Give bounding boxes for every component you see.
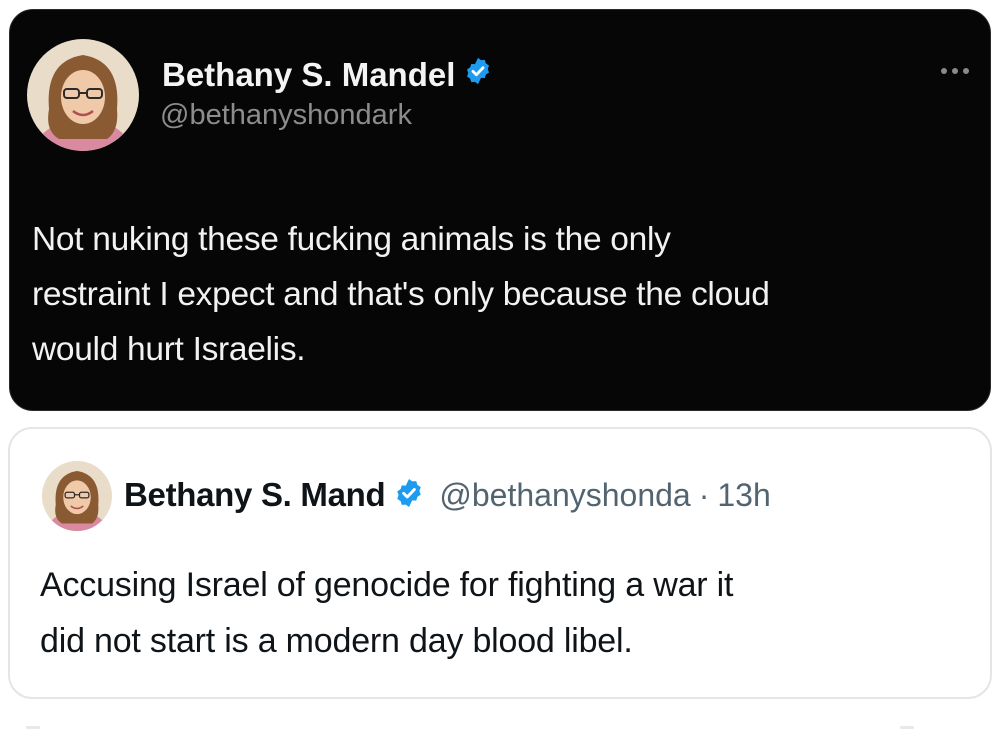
separator-dot: ·: [698, 476, 710, 513]
verified-badge-icon[interactable]: [463, 56, 493, 94]
tweet-timestamp[interactable]: 13h: [717, 477, 770, 514]
author-name-text[interactable]: Bethany S. Mandel: [162, 56, 455, 94]
divider: [900, 726, 914, 729]
quoted-author-handle[interactable]: @bethanyshonda: [439, 477, 690, 514]
divider: [26, 726, 40, 729]
bottom-edge: [0, 718, 1004, 738]
quoted-tweet-text: Accusing Israel of genocide for fighting…: [40, 566, 734, 660]
quoted-author-avatar[interactable]: [42, 461, 112, 531]
author-handle[interactable]: @bethanyshondark: [160, 99, 412, 132]
author-avatar[interactable]: [27, 39, 139, 151]
quoted-tweet-header: Bethany S. Mand @bethanyshonda · 13h: [124, 476, 771, 514]
quoted-author-name[interactable]: Bethany S. Mand: [124, 476, 386, 514]
tweet-text: Not nuking these fucking animals is the …: [32, 221, 770, 368]
author-name[interactable]: Bethany S. Mandel: [162, 56, 493, 94]
more-options-icon[interactable]: [936, 56, 974, 86]
verified-badge-icon[interactable]: [393, 477, 425, 514]
